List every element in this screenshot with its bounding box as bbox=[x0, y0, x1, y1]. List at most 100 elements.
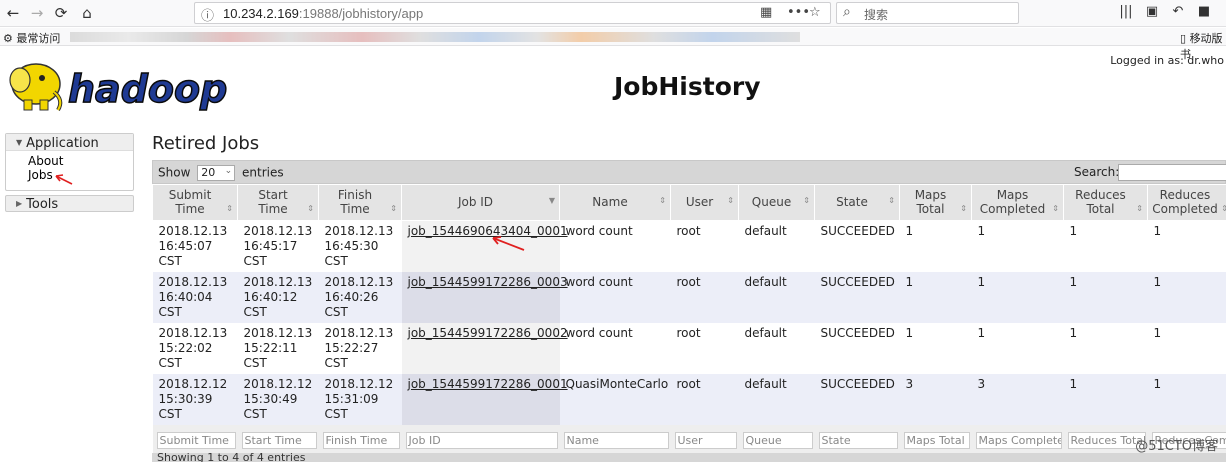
col-maps-completed[interactable]: Maps Completed ⇕ bbox=[971, 185, 1064, 221]
job-id-link[interactable]: job_1544599172286_0003 bbox=[408, 275, 568, 289]
forward-icon[interactable]: → bbox=[26, 3, 48, 23]
jobs-table: Submit Time ⇕ Start Time ⇕ Finish Time ⇕ Jo… bbox=[152, 185, 1226, 458]
sort-icon: ⇕ bbox=[1136, 203, 1143, 213]
nav-application-header[interactable]: ▼ Application bbox=[6, 134, 133, 151]
col-user[interactable]: User ⇕ bbox=[670, 185, 739, 221]
browser-toolbar: ← → ⟳ ⌂ ⓘ 10.234.2.169:19888/jobhistory/… bbox=[0, 0, 1226, 27]
nav-tools-header[interactable]: ▶ Tools bbox=[5, 195, 134, 212]
filter-queue[interactable]: Queue bbox=[742, 431, 813, 449]
sort-icon: ⇕ bbox=[659, 195, 666, 205]
cell-job-id: job_1544599172286_0002 bbox=[401, 322, 568, 374]
table-row: 2018.12.12 15:30:39 CST 2018.12.12 15:30… bbox=[152, 373, 1226, 425]
url-text[interactable]: 10.234.2.169:19888/jobhistory/app bbox=[223, 6, 423, 21]
header-row: Submit Time ⇕ Start Time ⇕ Finish Time ⇕ Jo… bbox=[152, 185, 1226, 221]
filter-state[interactable]: State bbox=[818, 431, 898, 449]
col-label: Maps Total bbox=[914, 188, 947, 217]
filter-submit-time[interactable]: Submit Time bbox=[156, 431, 236, 449]
sort-icon: ⇕ bbox=[960, 203, 967, 213]
library-icon[interactable]: ||| bbox=[1116, 4, 1136, 19]
reload-icon[interactable]: ⟳ bbox=[50, 3, 72, 23]
cell-submit-time: 2018.12.13 16:45:07 CST bbox=[152, 220, 238, 272]
cell-state: SUCCEEDED bbox=[814, 322, 900, 374]
col-label: User bbox=[685, 195, 714, 210]
col-maps-total[interactable]: Maps Total ⇕ bbox=[899, 185, 972, 221]
cell-name: word count bbox=[559, 271, 671, 323]
cell-reduces-completed: 1 bbox=[1147, 271, 1226, 323]
search-icon: ⌕ bbox=[843, 4, 851, 20]
col-queue[interactable]: Queue ⇕ bbox=[738, 185, 815, 221]
cell-reduces-total: 1 bbox=[1063, 322, 1148, 374]
col-submit-time[interactable]: Submit Time ⇕ bbox=[152, 185, 238, 221]
filter-job-id[interactable]: Job ID bbox=[405, 431, 558, 449]
cell-reduces-total: 1 bbox=[1063, 271, 1148, 323]
cell-maps-total: 1 bbox=[899, 220, 972, 272]
table-search-input[interactable] bbox=[1118, 164, 1226, 181]
entries-select[interactable]: 20 ⌄ bbox=[197, 165, 236, 181]
filter-reduces-total[interactable]: Reduces Total bbox=[1067, 431, 1146, 449]
cell-user: root bbox=[670, 322, 739, 374]
nav-link-jobs[interactable]: Jobs bbox=[28, 168, 133, 182]
undo-icon[interactable]: ↶ bbox=[1168, 4, 1188, 19]
hadoop-logo[interactable]: hadoop bbox=[6, 56, 252, 116]
bookmark-most-visited-label: 最常访问 bbox=[16, 32, 61, 45]
cell-name: word count bbox=[559, 220, 671, 272]
cell-finish-time: 2018.12.13 15:22:27 CST bbox=[318, 322, 402, 374]
col-reduces-completed[interactable]: Reduces Completed ⇕ bbox=[1147, 185, 1226, 221]
job-id-link[interactable]: job_1544599172286_0001 bbox=[408, 377, 568, 391]
col-state[interactable]: State ⇕ bbox=[814, 185, 900, 221]
cell-maps-completed: 1 bbox=[971, 220, 1064, 272]
col-name[interactable]: Name ⇕ bbox=[559, 185, 671, 221]
collapse-triangle-icon: ▼ bbox=[16, 138, 23, 147]
col-label: Maps Completed bbox=[979, 188, 1046, 217]
more-actions-icon[interactable]: ••• bbox=[787, 5, 810, 20]
url-bar[interactable]: ⓘ 10.234.2.169:19888/jobhistory/app ▦ ••… bbox=[194, 2, 831, 24]
job-id-link[interactable]: job_1544599172286_0002 bbox=[408, 326, 568, 340]
nav-link-about[interactable]: About bbox=[28, 154, 133, 168]
filter-maps-total[interactable]: Maps Total bbox=[903, 431, 970, 449]
jobs-table-wrapper: Show 20 ⌄ entries Search: Submit Time ⇕ St… bbox=[152, 160, 1226, 462]
search-bar[interactable]: ⌕ 搜索 bbox=[836, 2, 1019, 24]
show-label: Show bbox=[158, 165, 191, 180]
cell-user: root bbox=[670, 220, 739, 272]
nav-tools-label: Tools bbox=[26, 197, 59, 212]
back-icon[interactable]: ← bbox=[2, 3, 24, 23]
cell-submit-time: 2018.12.13 15:22:02 CST bbox=[152, 322, 238, 374]
extension-icon[interactable]: ■ bbox=[1194, 4, 1214, 19]
filter-maps-completed[interactable]: Maps Completed bbox=[975, 431, 1062, 449]
bookmark-star-icon[interactable]: ☆ bbox=[809, 5, 821, 20]
col-finish-time[interactable]: Finish Time ⇕ bbox=[318, 185, 402, 221]
home-icon[interactable]: ⌂ bbox=[76, 3, 98, 23]
col-reduces-total[interactable]: Reduces Total ⇕ bbox=[1063, 185, 1148, 221]
logo-text: hadoop bbox=[68, 67, 227, 111]
cell-finish-time: 2018.12.13 16:40:26 CST bbox=[318, 271, 402, 323]
filter-start-time[interactable]: Start Time bbox=[241, 431, 317, 449]
site-info-icon[interactable]: ⓘ bbox=[201, 5, 214, 24]
col-job-id[interactable]: Job ID ▼ bbox=[401, 185, 560, 221]
filter-finish-time[interactable]: Finish Time bbox=[322, 431, 400, 449]
sort-icon: ⇕ bbox=[1221, 203, 1226, 213]
cell-reduces-completed: 1 bbox=[1147, 220, 1226, 272]
bookmark-most-visited[interactable]: ⚙ 最常访问 bbox=[3, 30, 60, 46]
filter-name[interactable]: Name bbox=[563, 431, 669, 449]
job-id-link[interactable]: job_1544690643404_0001 bbox=[408, 224, 568, 238]
col-label: Finish Time bbox=[337, 188, 373, 217]
cell-name: word count bbox=[559, 322, 671, 374]
cell-state: SUCCEEDED bbox=[814, 220, 900, 272]
sidebar-icon[interactable]: ▣ bbox=[1142, 4, 1162, 19]
table-row: 2018.12.13 15:22:02 CST 2018.12.13 15:22… bbox=[152, 322, 1226, 374]
table-row: 2018.12.13 16:45:07 CST 2018.12.13 16:45… bbox=[152, 220, 1226, 272]
col-label: State bbox=[836, 195, 868, 210]
qr-code-icon[interactable]: ▦ bbox=[760, 5, 772, 20]
sort-icon: ⇕ bbox=[888, 195, 895, 205]
cell-reduces-completed: 1 bbox=[1147, 373, 1226, 425]
col-start-time[interactable]: Start Time ⇕ bbox=[237, 185, 319, 221]
sort-icon: ⇕ bbox=[1052, 203, 1059, 213]
cell-finish-time: 2018.12.12 15:31:09 CST bbox=[318, 373, 402, 425]
cell-start-time: 2018.12.13 16:45:17 CST bbox=[237, 220, 319, 272]
cell-queue: default bbox=[738, 220, 815, 272]
col-label: Job ID bbox=[457, 195, 494, 210]
section-title: Retired Jobs bbox=[152, 133, 260, 154]
table-controls: Show 20 ⌄ entries Search: bbox=[152, 160, 1226, 184]
filter-user[interactable]: User bbox=[674, 431, 737, 449]
blurred-bookmarks bbox=[70, 32, 800, 42]
